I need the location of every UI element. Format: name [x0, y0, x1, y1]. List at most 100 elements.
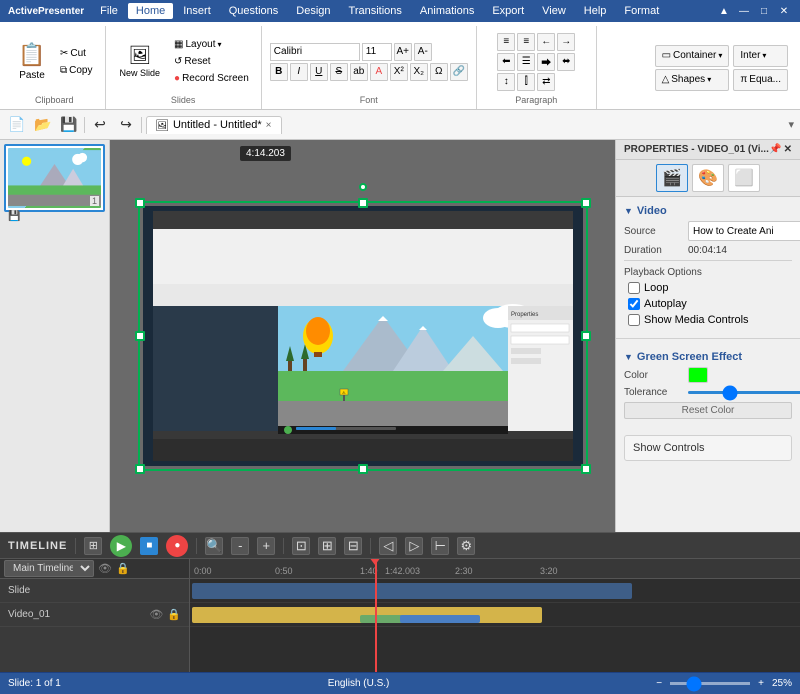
- redo-btn[interactable]: ↪: [115, 114, 137, 136]
- expand-btn[interactable]: ▾: [788, 118, 794, 131]
- new-slide-button[interactable]: 🖼 New Slide: [114, 41, 167, 82]
- unordered-list-btn[interactable]: ≡: [497, 33, 515, 51]
- menu-insert[interactable]: Insert: [175, 3, 219, 19]
- zoom-slider[interactable]: [670, 682, 750, 685]
- shadow-button[interactable]: ab: [350, 63, 368, 81]
- autoplay-checkbox[interactable]: [628, 298, 640, 310]
- source-input[interactable]: [688, 221, 800, 241]
- font-color-button[interactable]: A: [370, 63, 388, 81]
- rotate-handle[interactable]: [359, 183, 367, 191]
- font-name-input[interactable]: [270, 43, 360, 61]
- reset-color-button[interactable]: Reset Color: [624, 402, 792, 419]
- menu-questions[interactable]: Questions: [221, 3, 287, 19]
- reset-button[interactable]: ↺ Reset: [170, 54, 253, 69]
- align-center-btn[interactable]: ☰: [517, 53, 535, 71]
- document-tab[interactable]: 🖼 Untitled - Untitled* ×: [146, 116, 282, 134]
- minimize-btn[interactable]: —: [736, 3, 752, 19]
- tl-playhead[interactable]: [375, 559, 377, 672]
- props-pin-btn[interactable]: 📌: [769, 144, 781, 155]
- slide-bar[interactable]: [192, 583, 632, 599]
- italic-button[interactable]: I: [290, 63, 308, 81]
- green-screen-header[interactable]: ▼ Green Screen Effect: [624, 347, 792, 367]
- menu-design[interactable]: Design: [288, 3, 338, 19]
- font-size-up-btn[interactable]: A+: [394, 43, 412, 61]
- spacing-btn[interactable]: ↕: [497, 73, 515, 91]
- tab-close-btn[interactable]: ×: [266, 120, 272, 131]
- menu-export[interactable]: Export: [484, 3, 532, 19]
- props-tab-transform[interactable]: ⬜: [728, 164, 760, 192]
- bold-button[interactable]: B: [270, 63, 288, 81]
- video-section-header[interactable]: ▼ Video: [624, 201, 792, 221]
- menu-format[interactable]: Format: [616, 3, 667, 19]
- columns-btn[interactable]: ⫿: [517, 73, 535, 91]
- equation-button[interactable]: π Equa...: [733, 69, 788, 91]
- tl-settings-btn[interactable]: ⚙: [457, 537, 475, 555]
- menu-view[interactable]: View: [534, 3, 574, 19]
- tl-fit-btn[interactable]: ⊡: [292, 537, 310, 555]
- tl-zoom-out-btn[interactable]: 🔍: [205, 537, 223, 555]
- superscript-button[interactable]: X²: [390, 63, 408, 81]
- link-button[interactable]: 🔗: [450, 63, 468, 81]
- zoom-in-icon[interactable]: +: [758, 678, 764, 689]
- tl-zoom-in-btn[interactable]: +: [257, 537, 275, 555]
- tl-compress-btn[interactable]: ⊟: [344, 537, 362, 555]
- zoom-out-icon[interactable]: −: [656, 678, 662, 689]
- copy-button[interactable]: ⧉ Copy: [56, 63, 97, 78]
- close-btn[interactable]: ✕: [776, 3, 792, 19]
- color-picker[interactable]: [688, 367, 708, 383]
- tolerance-slider[interactable]: [688, 391, 800, 394]
- open-btn[interactable]: 📂: [32, 114, 54, 136]
- underline-button[interactable]: U: [310, 63, 328, 81]
- tl-video-lock[interactable]: 🔒: [167, 608, 181, 621]
- tl-record-button[interactable]: ●: [166, 535, 188, 557]
- tl-expand-btn[interactable]: ⊞: [318, 537, 336, 555]
- tl-play-button[interactable]: ▶: [110, 535, 132, 557]
- slide-thumbnail-1[interactable]: 1 💾: [4, 144, 105, 212]
- show-controls-btn[interactable]: Show Controls: [624, 435, 792, 461]
- ordered-list-btn[interactable]: ≡: [517, 33, 535, 51]
- props-tab-style[interactable]: 🎨: [692, 164, 724, 192]
- tl-video-eye[interactable]: 👁: [149, 608, 163, 621]
- tl-eye-icon[interactable]: 👁: [98, 562, 112, 575]
- layout-button[interactable]: ▦ Layout ▾: [170, 37, 253, 52]
- indent-less-btn[interactable]: ←: [537, 33, 555, 51]
- special-char-button[interactable]: Ω: [430, 63, 448, 81]
- menu-transitions[interactable]: Transitions: [341, 3, 410, 19]
- new-btn[interactable]: 📄: [6, 114, 28, 136]
- tl-zoom-out-btn2[interactable]: -: [231, 537, 249, 555]
- subscript-button[interactable]: X₂: [410, 63, 428, 81]
- collapse-btn[interactable]: ▲: [716, 3, 732, 19]
- cut-button[interactable]: ✂ Cut: [56, 46, 97, 61]
- inter-button[interactable]: Inter ▾: [733, 45, 788, 67]
- tl-split-btn[interactable]: ⊢: [431, 537, 449, 555]
- paste-button[interactable]: 📋 Paste: [12, 38, 52, 85]
- record-screen-button[interactable]: ● Record Screen: [170, 71, 253, 86]
- timeline-selector[interactable]: Main Timeline: [4, 560, 94, 577]
- font-size-down-btn[interactable]: A-: [414, 43, 432, 61]
- tl-stop-button[interactable]: ■: [140, 537, 158, 555]
- shapes-button[interactable]: △ Shapes ▾: [655, 69, 730, 91]
- video-bar-3[interactable]: [400, 615, 480, 623]
- container-button[interactable]: ▭ Container ▾: [655, 45, 730, 67]
- strikethrough-button[interactable]: S: [330, 63, 348, 81]
- align-left-btn[interactable]: ⬅: [497, 53, 515, 71]
- align-justify-btn[interactable]: ⬌: [557, 53, 575, 71]
- undo-btn[interactable]: ↩: [89, 114, 111, 136]
- menu-help[interactable]: Help: [576, 3, 615, 19]
- props-tab-video[interactable]: 🎬: [656, 164, 688, 192]
- maximize-btn[interactable]: □: [756, 3, 772, 19]
- show-media-controls-checkbox[interactable]: [628, 314, 640, 326]
- tl-arrow-right-btn[interactable]: ▷: [405, 537, 423, 555]
- direction-btn[interactable]: ⇄: [537, 73, 555, 91]
- align-right-btn[interactable]: ⮕: [537, 53, 555, 71]
- indent-more-btn[interactable]: →: [557, 33, 575, 51]
- props-close-btn[interactable]: ✕: [784, 144, 792, 155]
- tl-lock-icon[interactable]: 🔒: [116, 562, 130, 575]
- tl-arrow-left-btn[interactable]: ◁: [379, 537, 397, 555]
- tl-grid-btn[interactable]: ⊞: [84, 537, 102, 555]
- menu-file[interactable]: File: [92, 3, 126, 19]
- menu-animations[interactable]: Animations: [412, 3, 482, 19]
- save-btn[interactable]: 💾: [58, 114, 80, 136]
- menu-home[interactable]: Home: [128, 3, 173, 19]
- font-size-input[interactable]: [362, 43, 392, 61]
